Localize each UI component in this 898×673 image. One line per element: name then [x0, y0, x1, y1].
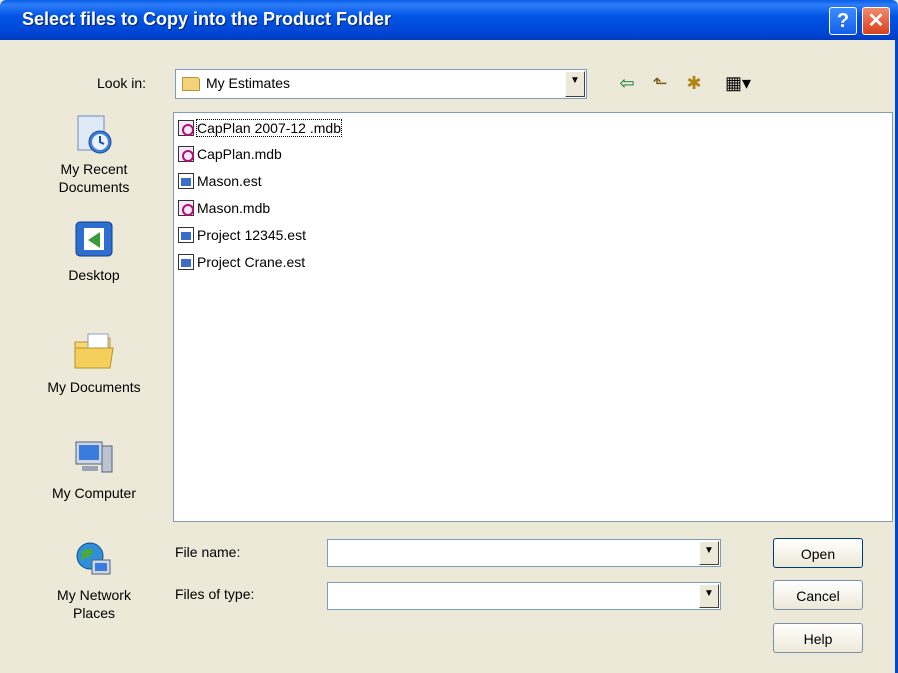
close-button[interactable]: ✕ [862, 7, 890, 35]
place-desktop[interactable]: Desktop [35, 218, 153, 284]
network-places-icon [76, 542, 111, 575]
place-label: My Recent Documents [58, 161, 130, 195]
views-menu-icon[interactable]: ▦▾ [722, 73, 754, 93]
file-name-input[interactable]: ▼ [327, 539, 721, 567]
chevron-down-icon[interactable]: ▼ [699, 584, 719, 608]
back-icon[interactable]: ⇦ [616, 73, 638, 93]
place-my-documents[interactable]: My Documents [35, 330, 153, 396]
open-button[interactable]: Open [773, 538, 863, 568]
my-computer-icon [75, 441, 113, 473]
new-folder-icon[interactable]: ✱ [683, 73, 705, 93]
file-item[interactable]: CapPlan.mdb [178, 143, 282, 165]
file-list[interactable]: CapPlan 2007-12 .mdb CapPlan.mdb Mason.e… [173, 112, 893, 522]
file-name: Project 12345.est [197, 227, 306, 243]
file-name: Project Crane.est [197, 254, 306, 270]
access-database-icon [178, 120, 194, 136]
help-title-button[interactable]: ? [829, 7, 857, 35]
place-my-network-places[interactable]: My Network Places [35, 538, 153, 622]
estimate-file-icon [178, 227, 194, 243]
place-my-recent-documents[interactable]: My Recent Documents [35, 112, 153, 196]
file-item[interactable]: Mason.mdb [178, 197, 270, 219]
place-my-computer[interactable]: My Computer [35, 436, 153, 502]
file-name: CapPlan.mdb [197, 146, 282, 162]
file-item[interactable]: Project Crane.est [178, 251, 305, 273]
file-item[interactable]: Mason.est [178, 170, 262, 192]
file-name: Mason.mdb [197, 200, 271, 216]
recent-documents-icon [77, 115, 112, 154]
help-button[interactable]: Help [773, 623, 863, 653]
my-documents-icon [74, 333, 114, 369]
file-type-dropdown[interactable]: ▼ [327, 582, 721, 610]
look-in-label: Look in: [97, 75, 147, 91]
place-label: Desktop [68, 267, 120, 283]
file-name: CapPlan 2007-12 .mdb [196, 119, 342, 137]
access-database-icon [178, 146, 194, 162]
estimate-file-icon [178, 254, 194, 270]
chevron-down-icon[interactable]: ▼ [699, 541, 719, 565]
file-type-label: Files of type: [175, 586, 255, 602]
place-label: My Network Places [57, 587, 131, 621]
file-name: Mason.est [197, 173, 262, 189]
file-item[interactable]: Project 12345.est [178, 224, 306, 246]
up-folder-icon[interactable]: ⬑ [649, 73, 671, 93]
file-name-label: File name: [175, 544, 241, 560]
place-label: My Computer [51, 485, 137, 501]
desktop-icon [75, 221, 113, 257]
cancel-button[interactable]: Cancel [773, 580, 863, 610]
title-bar: Select files to Copy into the Product Fo… [0, 0, 898, 40]
look-in-dropdown[interactable]: My Estimates ▼ [175, 69, 587, 99]
estimate-file-icon [178, 173, 194, 189]
look-in-value: My Estimates [206, 75, 291, 91]
file-item[interactable]: CapPlan 2007-12 .mdb [178, 117, 342, 139]
access-database-icon [178, 200, 194, 216]
folder-icon [182, 77, 200, 92]
chevron-down-icon[interactable]: ▼ [565, 71, 585, 97]
dialog-title: Select files to Copy into the Product Fo… [22, 9, 392, 29]
place-label: My Documents [47, 379, 141, 395]
